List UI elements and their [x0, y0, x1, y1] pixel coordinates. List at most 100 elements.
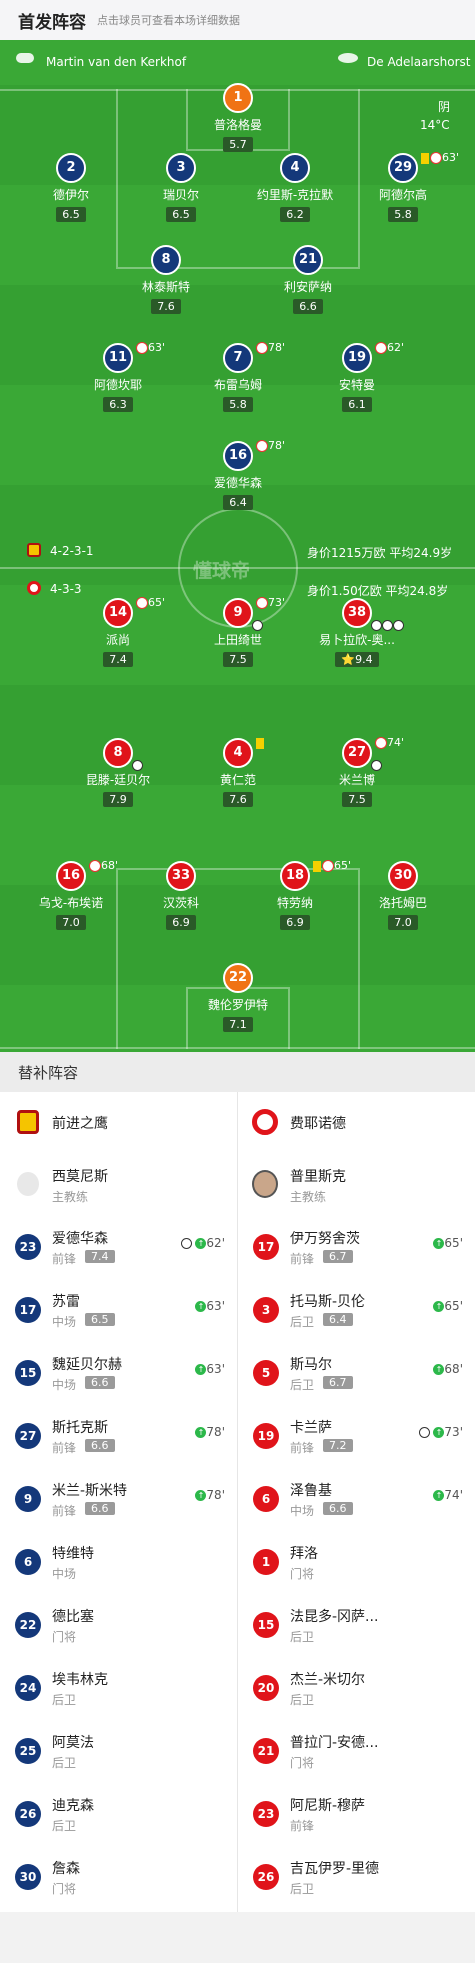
coach-avatar-icon	[252, 1170, 278, 1198]
sub-number: 30	[15, 1864, 41, 1890]
sub-rating: 6.6	[323, 1502, 353, 1515]
player-name: 爱德华森	[213, 476, 262, 490]
player-10[interactable]: 16 78' 爱德华森 6.4	[178, 439, 298, 510]
sub-minute: 78'	[268, 341, 286, 354]
player-0[interactable]: 1 普洛格曼 5.7	[178, 83, 298, 152]
temperature: 14°C	[420, 118, 450, 132]
sub-rating: 6.6	[85, 1439, 115, 1452]
home-team-logo-icon	[17, 1110, 39, 1134]
home-sub-row[interactable]: 24 埃韦林克 后卫	[0, 1657, 237, 1719]
away-sub-row[interactable]: 5 斯马尔 后卫 6.7 ↑ 68'	[238, 1342, 475, 1404]
sub-name: 托马斯-贝伦	[290, 1294, 366, 1310]
player-number: 3	[166, 153, 196, 183]
player-15[interactable]: 4 黄仁范 7.6	[178, 737, 298, 807]
home-sub-row[interactable]: 15 魏延贝尔赫 中场 6.6 ↑ 63'	[0, 1342, 237, 1404]
player-6[interactable]: 21 利安萨纳 6.6	[248, 245, 368, 314]
player-13[interactable]: 38 易卜拉欣-奥... ⭐9.4	[297, 598, 417, 667]
sub-position: 中场	[52, 1378, 77, 1392]
home-team-name[interactable]: 前进之鹰	[52, 1113, 108, 1133]
sub-number: 15	[15, 1360, 41, 1386]
away-coach-label: 主教练	[290, 1190, 327, 1204]
home-sub-row[interactable]: 6 特维特 中场	[0, 1531, 237, 1593]
away-sub-row[interactable]: 20 杰兰-米切尔 后卫	[238, 1657, 475, 1719]
player-rating: 7.6	[223, 792, 253, 807]
player-16[interactable]: 27 74' 米兰博 7.5	[297, 736, 417, 807]
sub-position: 前锋	[290, 1819, 315, 1833]
sub-on-icon: ↑	[433, 1427, 445, 1438]
sub-on-icon: ↑	[433, 1301, 445, 1312]
sub-name: 杰兰-米切尔	[290, 1672, 366, 1688]
away-sub-row[interactable]: 6 泽鲁基 中场 6.6 ↑ 74'	[238, 1468, 475, 1530]
player-number: 11	[103, 343, 133, 373]
player-number: 38	[342, 598, 372, 628]
sub-rating: 6.6	[85, 1376, 115, 1389]
home-sub-row[interactable]: 23 爱德华森 前锋 7.4 ↑ 62'	[0, 1216, 237, 1278]
home-team-logo-icon	[27, 543, 41, 557]
sub-number: 23	[15, 1234, 41, 1260]
referee-icon	[16, 53, 34, 63]
player-21[interactable]: 22 魏伦罗伊特 7.1	[178, 963, 298, 1032]
away-coach-name[interactable]: 普里斯克	[290, 1166, 346, 1186]
away-sub-row[interactable]: 19 卡兰萨 前锋 7.2 ↑ 73'	[238, 1405, 475, 1467]
sub-number: 23	[253, 1801, 279, 1827]
sub-number: 21	[253, 1738, 279, 1764]
player-20[interactable]: 30 洛托姆巴 7.0	[343, 861, 463, 930]
player-name: 阿德坎耶	[93, 378, 142, 392]
sub-minute: 65'	[444, 1299, 463, 1313]
home-sub-row[interactable]: 25 阿莫法 后卫	[0, 1720, 237, 1782]
player-9[interactable]: 19 62' 安特曼 6.1	[297, 341, 417, 412]
away-sub-row[interactable]: 26 吉瓦伊罗-里德 后卫	[238, 1846, 475, 1908]
stadium-name: De Adelaarshorst	[367, 55, 471, 69]
player-12[interactable]: 9 73' 上田绮世 7.5	[178, 596, 298, 667]
player-number: 33	[166, 861, 196, 891]
goal-icon	[371, 759, 382, 771]
player-name: 洛托姆巴	[378, 896, 427, 910]
player-name: 特劳纳	[276, 896, 313, 910]
sub-name: 普拉门-安德...	[290, 1735, 379, 1751]
player-3[interactable]: 4 约里斯-克拉默 6.2	[235, 153, 355, 222]
home-sub-row[interactable]: 9 米兰-斯米特 前锋 6.6 ↑ 78'	[0, 1468, 237, 1530]
sub-rating: 6.7	[323, 1250, 353, 1263]
player-5[interactable]: 8 林泰斯特 7.6	[106, 245, 226, 314]
home-sub-row[interactable]: 30 詹森 门将	[0, 1846, 237, 1908]
player-name: 普洛格曼	[213, 118, 262, 132]
player-rating: 7.0	[56, 915, 86, 930]
away-sub-row[interactable]: 3 托马斯-贝伦 后卫 6.4 ↑ 65'	[238, 1279, 475, 1341]
player-7[interactable]: 11 63' 阿德坎耶 6.3	[58, 341, 178, 412]
away-team-logo-icon	[27, 581, 41, 595]
sub-position: 中场	[52, 1567, 77, 1581]
home-sub-row[interactable]: 22 德比塞 门将	[0, 1594, 237, 1656]
pitch: 懂球帝 Martin van den Kerkhof De Adelaarsho…	[0, 40, 475, 1052]
away-sub-row[interactable]: 23 阿尼斯-穆萨 前锋	[238, 1783, 475, 1845]
player-name: 布雷乌姆	[213, 378, 262, 392]
player-4[interactable]: 29 63' 阿德尔高 5.8	[343, 151, 463, 222]
sub-number: 5	[253, 1360, 279, 1386]
player-1[interactable]: 2 德伊尔 6.5	[11, 153, 131, 222]
player-2[interactable]: 3 瑞贝尔 6.5	[121, 153, 241, 222]
home-sub-row[interactable]: 27 斯托克斯 前锋 6.6 ↑ 78'	[0, 1405, 237, 1467]
sub-on-icon: ↑	[433, 1490, 445, 1501]
player-14[interactable]: 8 昆滕-廷贝尔 7.9	[58, 738, 178, 807]
home-sub-row[interactable]: 17 苏雷 中场 6.5 ↑ 63'	[0, 1279, 237, 1341]
sub-name: 詹森	[52, 1861, 80, 1877]
player-rating: 7.5	[223, 652, 253, 667]
player-19[interactable]: 18 65' 特劳纳 6.9	[235, 859, 355, 930]
player-17[interactable]: 16 68' 乌戈-布埃诺 7.0	[11, 859, 131, 930]
away-sub-row[interactable]: 21 普拉门-安德... 门将	[238, 1720, 475, 1782]
player-8[interactable]: 7 78' 布雷乌姆 5.8	[178, 341, 298, 412]
sub-number: 9	[15, 1486, 41, 1512]
sub-number: 3	[253, 1297, 279, 1323]
away-team-name[interactable]: 费耶诺德	[290, 1113, 346, 1133]
away-sub-row[interactable]: 15 法昆多-冈萨... 后卫	[238, 1594, 475, 1656]
home-value: 身价1215万欧 平均24.9岁	[307, 546, 453, 560]
away-sub-row[interactable]: 1 拜洛 门将	[238, 1531, 475, 1593]
player-11[interactable]: 14 65' 派尚 7.4	[58, 596, 178, 667]
home-coach-name[interactable]: 西莫尼斯	[52, 1166, 108, 1186]
away-sub-row[interactable]: 17 伊万努舍茨 前锋 6.7 ↑ 65'	[238, 1216, 475, 1278]
sub-rating: 6.6	[85, 1502, 115, 1515]
sub-minute: 65'	[444, 1236, 463, 1250]
away-team-logo-icon	[252, 1109, 278, 1135]
player-18[interactable]: 33 汉茨科 6.9	[121, 861, 241, 930]
player-rating: 6.3	[103, 397, 133, 412]
home-sub-row[interactable]: 26 迪克森 后卫	[0, 1783, 237, 1845]
